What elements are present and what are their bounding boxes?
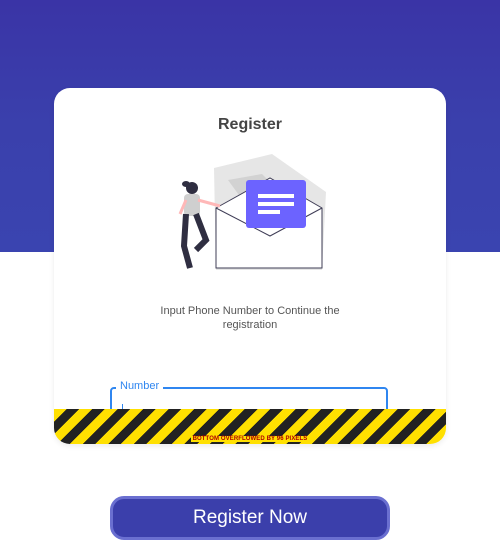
overflow-warning-text: BOTTOM OVERFLOWED BY 96 PIXELS xyxy=(54,436,446,442)
mail-illustration-icon xyxy=(178,154,326,270)
subtitle-text: Input Phone Number to Continue the regis… xyxy=(160,305,340,331)
number-field-label: Number xyxy=(116,380,164,392)
card-title: Register xyxy=(217,116,283,133)
register-now-button[interactable]: Register Now xyxy=(110,496,390,540)
overflow-warning-label: BOTTOM OVERFLOWED BY 96 PIXELS xyxy=(190,436,310,442)
register-card: Register Input Phone Number to Continue … xyxy=(54,88,446,444)
